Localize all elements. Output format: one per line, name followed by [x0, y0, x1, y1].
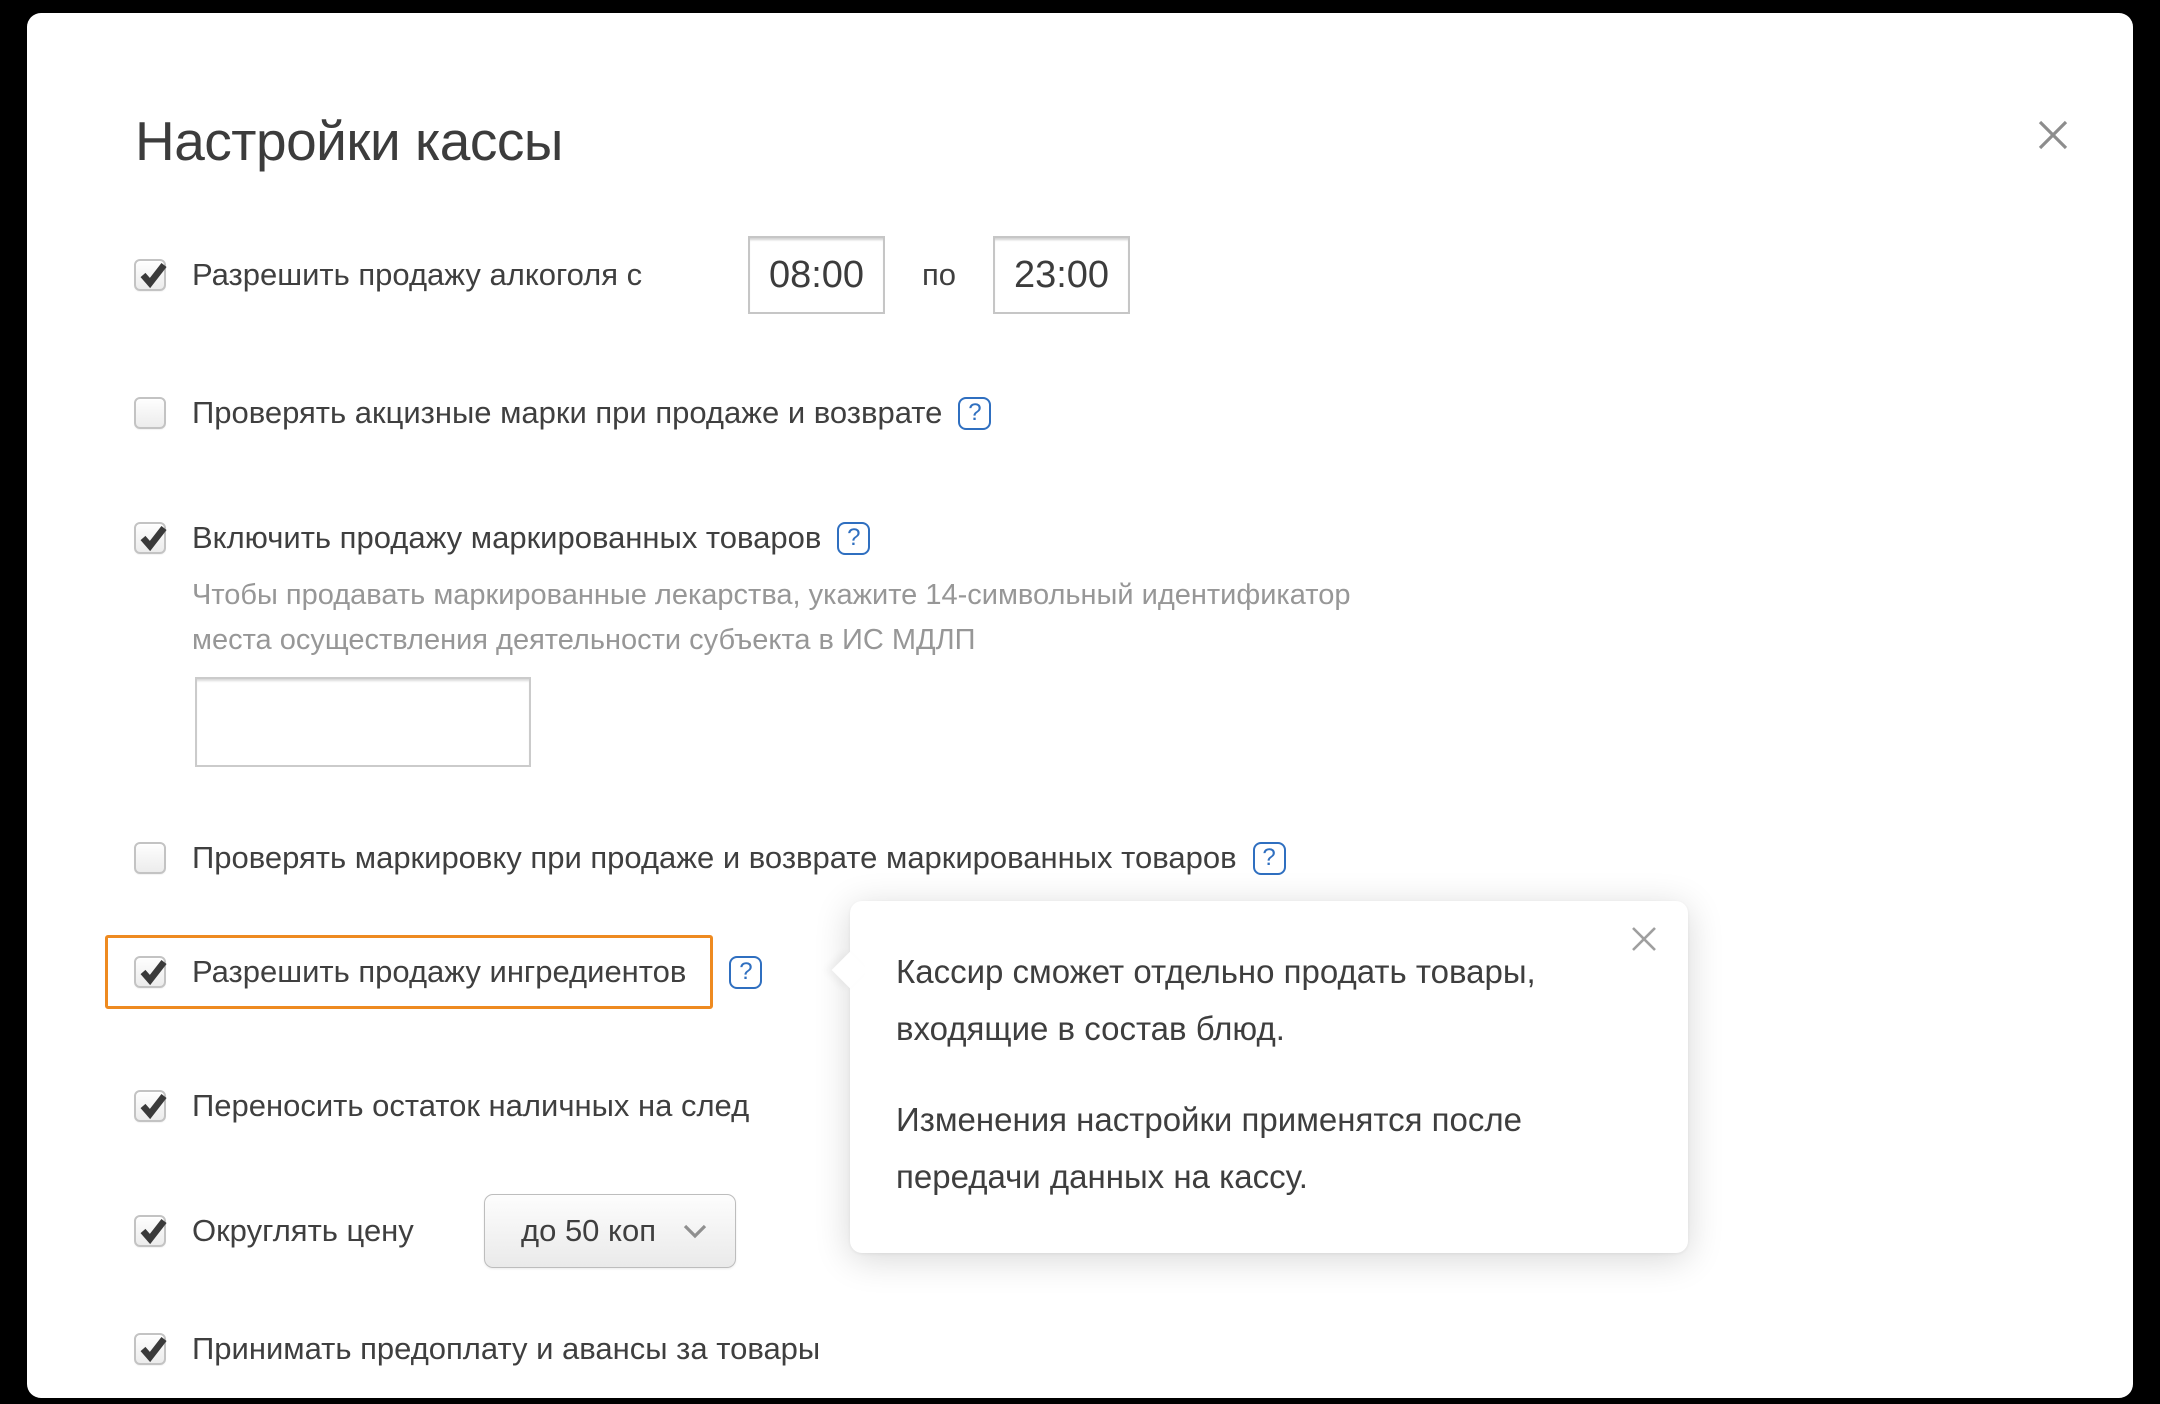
- page-title: Настройки кассы: [135, 109, 563, 173]
- checkbox-alcohol[interactable]: [134, 259, 166, 291]
- row-prepayment: Принимать предоплату и авансы за товары: [134, 1309, 820, 1389]
- settings-dialog: Настройки кассы Разрешить продажу алкого…: [27, 13, 2133, 1398]
- mdlp-helper-text: Чтобы продавать маркированные лекарства,…: [192, 573, 1352, 663]
- time-from-input[interactable]: [748, 236, 885, 314]
- checkbox-check-marking[interactable]: [134, 842, 166, 874]
- checkbox-round-price[interactable]: [134, 1215, 166, 1247]
- checkmark-icon: [136, 258, 170, 292]
- dialog-close-button[interactable]: [2027, 109, 2079, 161]
- rounding-dropdown-value: до 50 коп: [521, 1213, 671, 1249]
- label-cash-balance[interactable]: Переносить остаток наличных на след: [192, 1088, 749, 1124]
- help-icon[interactable]: ?: [729, 956, 762, 989]
- checkmark-icon: [136, 521, 170, 555]
- help-icon[interactable]: ?: [958, 397, 991, 430]
- help-icon[interactable]: ?: [837, 522, 870, 555]
- checkmark-icon: [136, 1214, 170, 1248]
- close-icon: [1629, 924, 1659, 954]
- row-alcohol: Разрешить продажу алкоголя с по: [134, 235, 1130, 315]
- time-to-input[interactable]: [993, 236, 1130, 314]
- label-check-marking[interactable]: Проверять маркировку при продаже и возвр…: [192, 840, 1237, 876]
- label-marked-goods[interactable]: Включить продажу маркированных товаров: [192, 520, 821, 556]
- row-excise-stamps: Проверять акцизные марки при продаже и в…: [134, 373, 991, 453]
- label-prepayment[interactable]: Принимать предоплату и авансы за товары: [192, 1331, 820, 1367]
- checkbox-ingredients[interactable]: [134, 956, 166, 988]
- rounding-dropdown[interactable]: до 50 коп: [484, 1194, 736, 1268]
- row-check-marking: Проверять маркировку при продаже и возвр…: [134, 818, 1286, 898]
- close-icon: [2034, 116, 2072, 154]
- row-marked-goods: Включить продажу маркированных товаров ?: [134, 498, 870, 578]
- label-alcohol[interactable]: Разрешить продажу алкоголя с: [192, 257, 724, 293]
- tooltip-paragraph-1: Кассир сможет отдельно продать товары, в…: [896, 943, 1628, 1057]
- checkbox-cash-balance[interactable]: [134, 1090, 166, 1122]
- tooltip: Кассир сможет отдельно продать товары, в…: [850, 901, 1688, 1253]
- checkmark-icon: [136, 955, 170, 989]
- label-ingredients[interactable]: Разрешить продажу ингредиентов: [192, 954, 686, 990]
- checkbox-prepayment[interactable]: [134, 1333, 166, 1365]
- checkmark-icon: [136, 1089, 170, 1123]
- tooltip-paragraph-2: Изменения настройки применятся после пер…: [896, 1091, 1628, 1205]
- help-icon[interactable]: ?: [1253, 842, 1286, 875]
- label-to: по: [909, 257, 969, 293]
- label-round-price[interactable]: Округлять цену: [192, 1213, 460, 1249]
- checkbox-excise-stamps[interactable]: [134, 397, 166, 429]
- row-ingredients: Разрешить продажу ингредиентов ?: [105, 932, 762, 1012]
- highlight-frame: Разрешить продажу ингредиентов: [105, 935, 713, 1009]
- row-cash-balance: Переносить остаток наличных на след: [134, 1066, 749, 1146]
- chevron-down-icon: [683, 1224, 707, 1239]
- label-excise-stamps[interactable]: Проверять акцизные марки при продаже и в…: [192, 395, 942, 431]
- mdlp-input[interactable]: [195, 677, 531, 767]
- row-round-price: Округлять цену до 50 коп: [134, 1191, 736, 1271]
- checkmark-icon: [136, 1332, 170, 1366]
- checkbox-marked-goods[interactable]: [134, 522, 166, 554]
- tooltip-close-button[interactable]: [1624, 919, 1664, 959]
